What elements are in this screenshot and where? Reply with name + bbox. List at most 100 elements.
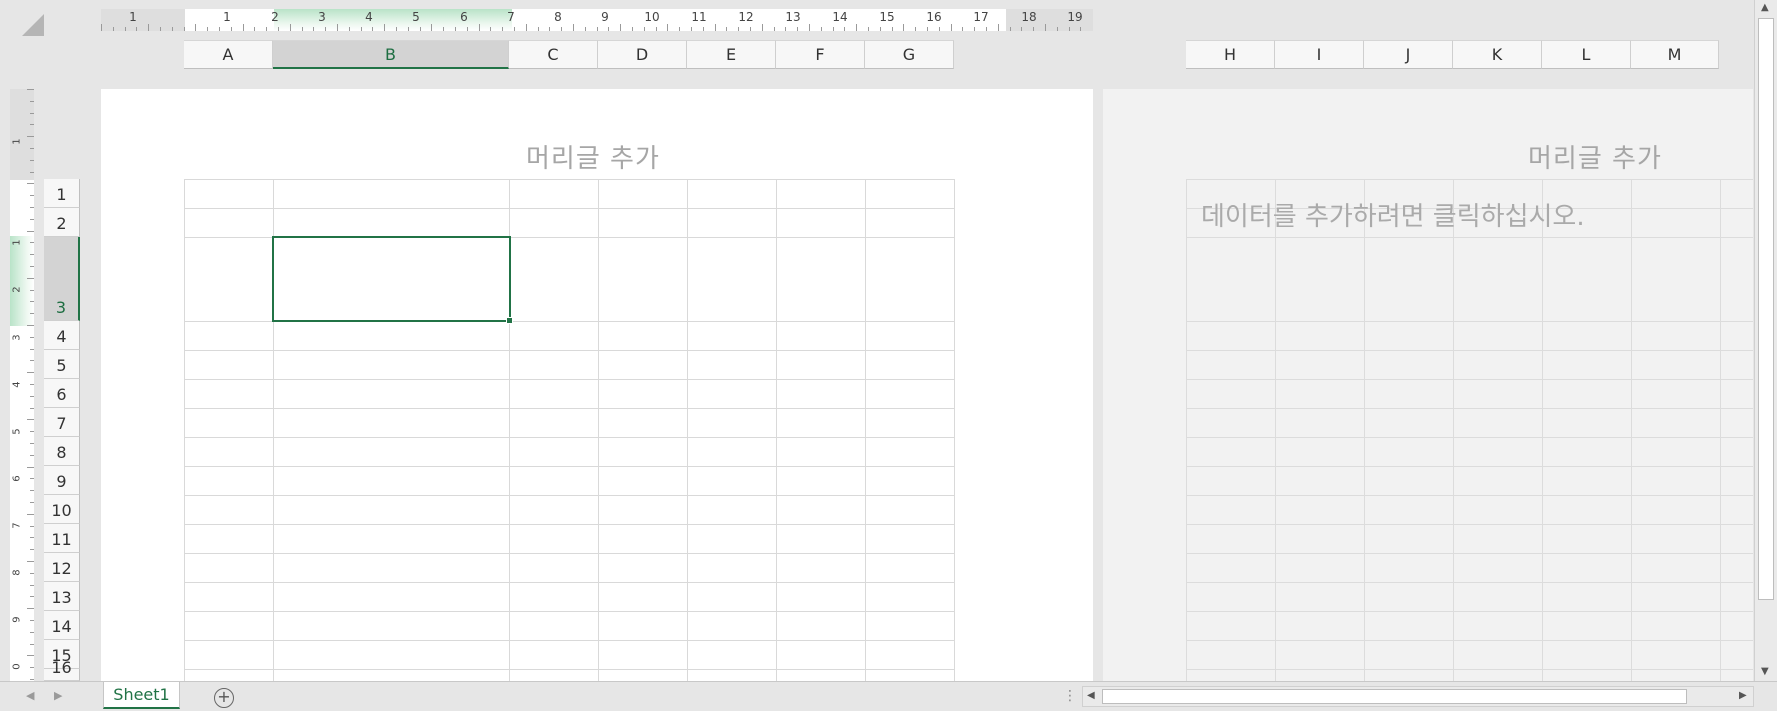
column-header-c[interactable]: C: [509, 40, 598, 69]
ruler-tick: [348, 27, 350, 31]
gridline: [1186, 179, 1187, 681]
row-header-14[interactable]: 14: [44, 611, 80, 640]
select-all-button[interactable]: [22, 14, 44, 36]
row-header-7[interactable]: 7: [44, 408, 80, 437]
vertical-scroll-thumb[interactable]: [1758, 18, 1774, 600]
gridline: [1186, 237, 1753, 238]
ruler-number: 16: [926, 10, 942, 24]
horizontal-ruler[interactable]: 1 1 2 3 4 5 6 7 8 9 10 11 12 13 14 15 16 17 18 19: [101, 9, 1093, 31]
ruler-tick: [903, 24, 905, 31]
ruler-tick: [879, 27, 881, 31]
ruler-tick: [30, 313, 34, 315]
ruler-tick: [160, 27, 161, 31]
ruler-tick: [30, 407, 34, 409]
column-header-m[interactable]: M: [1631, 40, 1719, 69]
column-header-f[interactable]: F: [776, 40, 865, 69]
row-header-16[interactable]: 16: [44, 658, 80, 681]
page-2-header[interactable]: 머리글 추가: [1528, 138, 1662, 175]
ruler-tick: [1068, 27, 1070, 31]
page-2[interactable]: [1103, 89, 1753, 681]
ruler-tick: [30, 596, 34, 598]
column-header-g[interactable]: G: [865, 40, 954, 69]
gridline: [954, 179, 955, 681]
tab-splitter-handle[interactable]: ⋮: [1063, 688, 1077, 704]
ruler-tick: [643, 27, 645, 31]
scroll-up-icon[interactable]: ▲: [1761, 2, 1769, 13]
column-header-a[interactable]: A: [184, 40, 273, 69]
ruler-number: 4: [11, 381, 23, 388]
column-header-h[interactable]: H: [1186, 40, 1275, 69]
ruler-number: 9: [11, 616, 23, 623]
ruler-tick: [584, 27, 586, 31]
plus-circle-icon[interactable]: +: [214, 688, 234, 708]
ruler-tick: [27, 372, 34, 374]
horizontal-scroll-thumb[interactable]: [1102, 689, 1687, 704]
ruler-tick: [30, 537, 34, 539]
column-header-l[interactable]: L: [1542, 40, 1631, 69]
row-header-11[interactable]: 11: [44, 524, 80, 553]
scroll-down-icon[interactable]: ▼: [1761, 666, 1769, 677]
gridline: [1186, 437, 1753, 438]
column-header-d[interactable]: D: [598, 40, 687, 69]
column-header-e[interactable]: E: [687, 40, 776, 69]
page-1-header[interactable]: 머리글 추가: [526, 138, 660, 175]
ruler-tick: [30, 502, 34, 503]
ruler-tick: [750, 27, 751, 31]
column-header-k[interactable]: K: [1453, 40, 1542, 69]
row-header-13[interactable]: 13: [44, 582, 80, 611]
ruler-tick: [608, 27, 610, 31]
row-header-10[interactable]: 10: [44, 495, 80, 524]
ruler-tick: [30, 301, 34, 303]
ruler-tick: [1009, 27, 1011, 31]
ruler-tick: [30, 124, 34, 126]
column-header-j[interactable]: J: [1364, 40, 1453, 69]
row-header-9[interactable]: 9: [44, 466, 80, 495]
scroll-right-icon[interactable]: ▶: [1739, 690, 1747, 701]
gridline: [1186, 408, 1753, 409]
vertical-ruler[interactable]: 1 1 2 3 4 5 6 7 8 9 0: [10, 89, 34, 689]
ruler-tick: [301, 27, 303, 31]
row-header-6[interactable]: 6: [44, 379, 80, 408]
column-header-b[interactable]: B: [273, 40, 509, 69]
ruler-tick: [419, 27, 421, 31]
gridline: [776, 179, 777, 681]
click-to-add-data-hint[interactable]: 데이터를 추가하려면 클릭하십시오.: [1201, 196, 1585, 233]
ruler-tick: [30, 667, 34, 669]
horizontal-scrollbar[interactable]: ◀ ▶: [1082, 686, 1754, 707]
ruler-tick: [183, 27, 185, 31]
gridline: [184, 379, 954, 380]
fill-handle[interactable]: [506, 317, 513, 324]
ruler-number: 2: [11, 286, 23, 293]
ruler-tick: [30, 254, 34, 256]
ruler-tick: [466, 27, 468, 31]
gridline: [598, 179, 599, 681]
page-1[interactable]: [101, 89, 1093, 681]
triangle-left-icon[interactable]: ◀: [26, 689, 34, 702]
ruler-tick: [27, 655, 34, 657]
ruler-tick: [691, 27, 692, 31]
triangle-right-icon[interactable]: ▶: [54, 689, 62, 702]
gridline: [1186, 524, 1753, 525]
ruler-tick: [915, 27, 917, 31]
row-header-1[interactable]: 1: [44, 179, 80, 208]
ruler-number: 10: [644, 10, 660, 24]
scroll-left-icon[interactable]: ◀: [1087, 690, 1095, 701]
row-header-3[interactable]: 3: [44, 237, 80, 321]
ruler-tick: [313, 27, 315, 31]
ruler-number: 11: [691, 10, 707, 24]
ruler-tick: [1045, 24, 1046, 31]
row-header-2[interactable]: 2: [44, 208, 80, 237]
ruler-tick: [230, 27, 232, 31]
ruler-tick: [27, 608, 34, 610]
row-header-8[interactable]: 8: [44, 437, 80, 466]
selected-cell-B3[interactable]: [272, 236, 511, 322]
vertical-scrollbar[interactable]: ▲ ▼: [1754, 0, 1777, 685]
ruler-tick: [30, 195, 34, 197]
column-header-i[interactable]: I: [1275, 40, 1364, 69]
row-header-12[interactable]: 12: [44, 553, 80, 582]
gridline: [1186, 321, 1753, 322]
row-header-5[interactable]: 5: [44, 350, 80, 379]
sheet-tab-sheet1[interactable]: Sheet1: [103, 682, 180, 709]
row-header-4[interactable]: 4: [44, 321, 80, 350]
ruler-tick: [30, 242, 34, 244]
